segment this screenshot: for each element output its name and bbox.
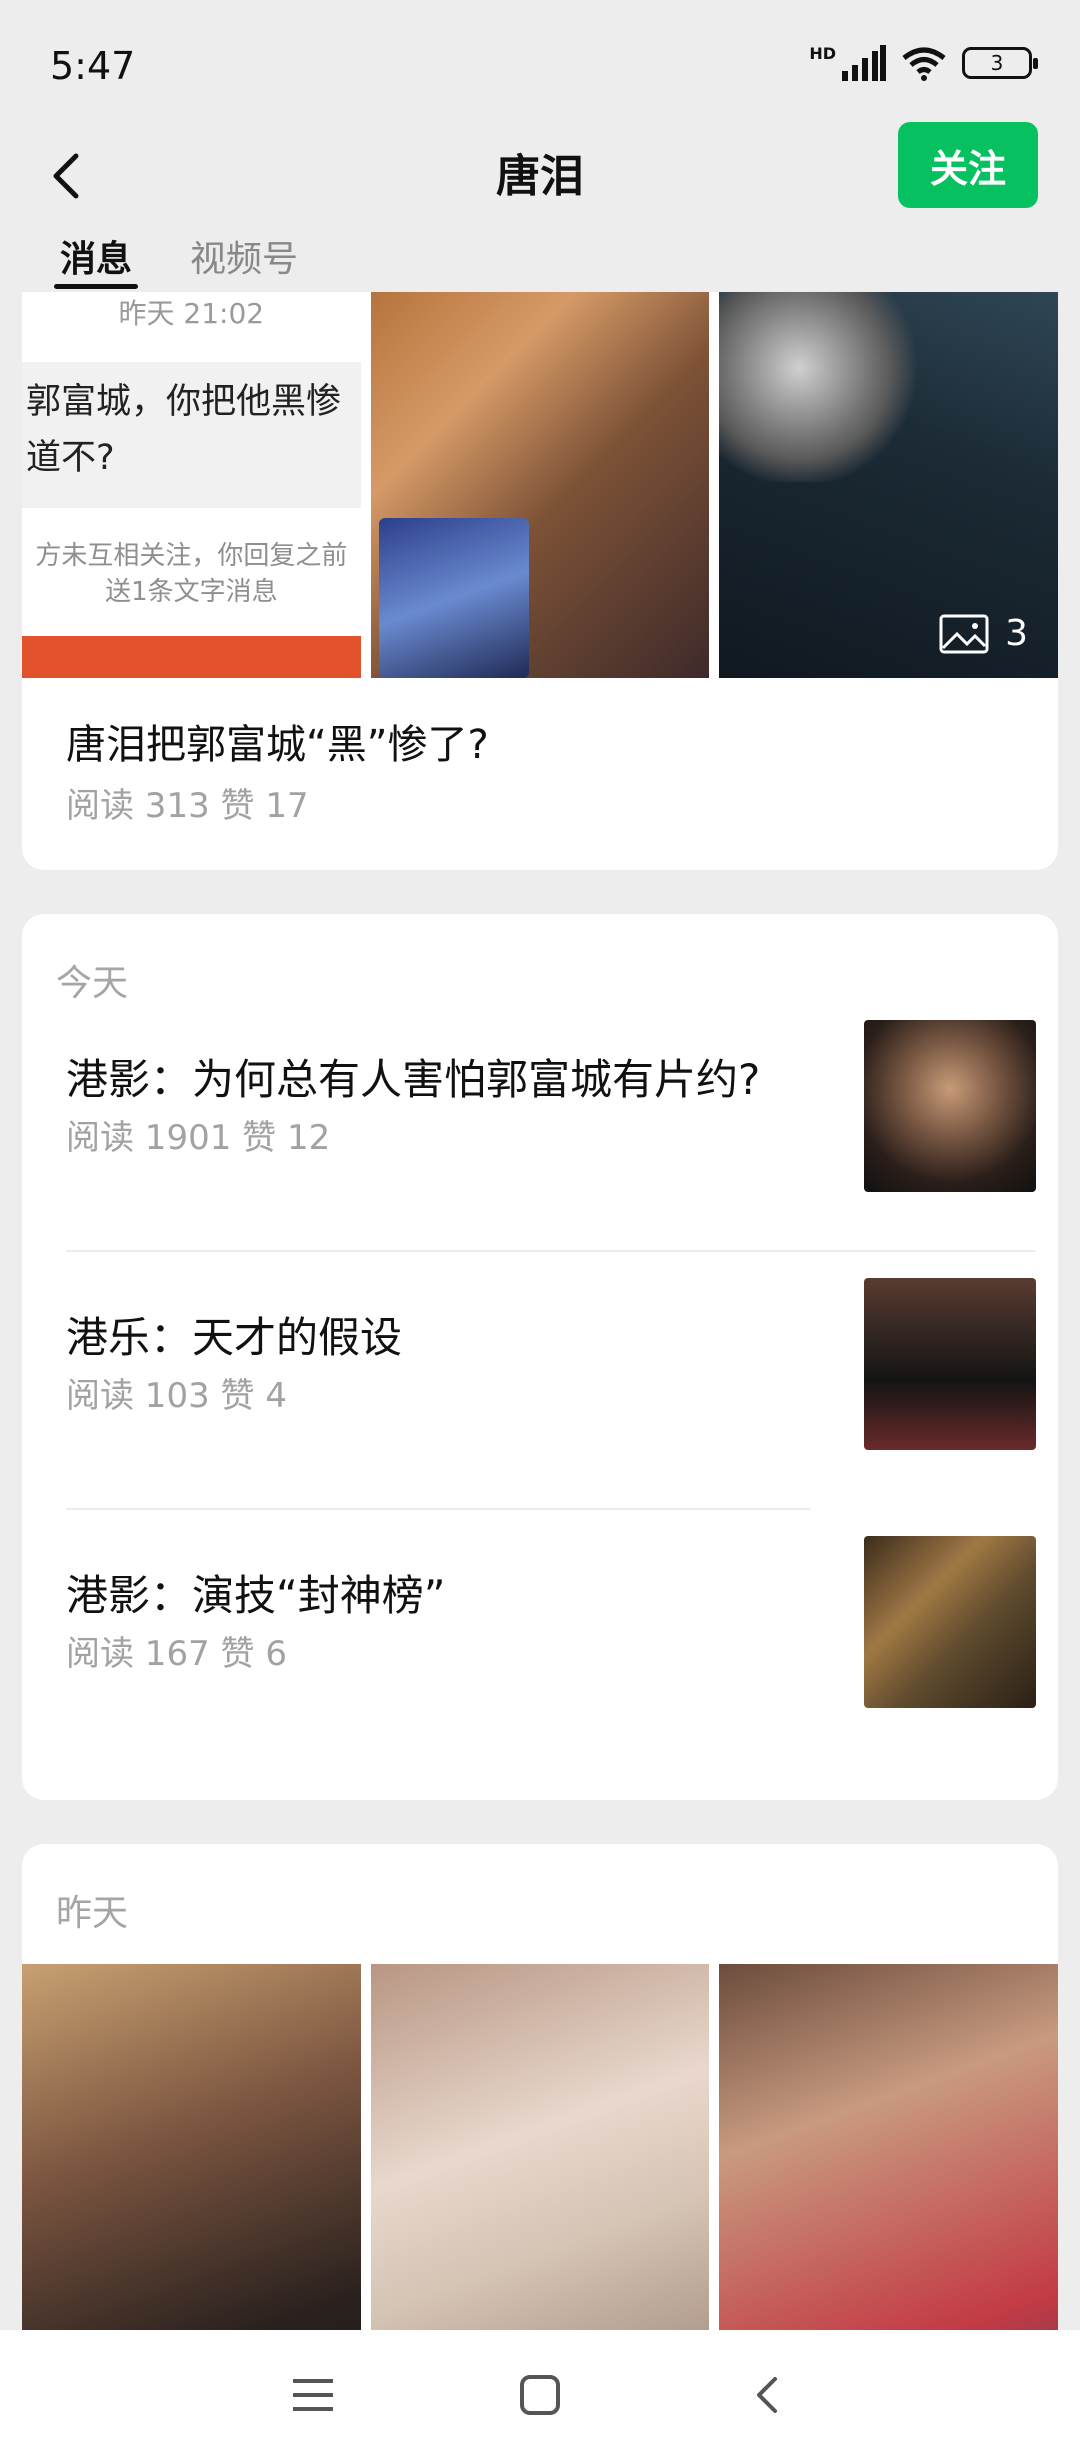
wifi-icon xyxy=(902,47,946,81)
photo-highlight xyxy=(719,292,920,482)
featured-image-portrait xyxy=(370,292,710,678)
chat-bar xyxy=(22,636,361,678)
header: 唐泪 关注 xyxy=(0,120,1080,230)
article-meta: 阅读 103 赞 4 xyxy=(66,1376,287,1416)
status-icons: HD 3 xyxy=(809,44,1038,82)
today-section-card: 今天 港影：为何总有人害怕郭富城有片约? 阅读 1901 赞 12 港乐：天才的… xyxy=(22,914,1058,1800)
home-button[interactable] xyxy=(500,2355,580,2435)
image-count: 3 xyxy=(1005,613,1029,654)
article-meta: 阅读 1901 赞 12 xyxy=(66,1118,331,1158)
featured-article-card[interactable]: 昨天 21:02 郭富城，你把他黑惨 道不? 方未互相关注，你回复之前 送1条文… xyxy=(22,292,1058,870)
tab-channels[interactable]: 视频号 xyxy=(190,230,298,282)
image-icon xyxy=(939,614,989,653)
battery-icon: 3 xyxy=(962,47,1038,79)
hd-label: HD xyxy=(809,44,836,63)
featured-image-dark: 3 xyxy=(719,292,1058,678)
chat-text-line1: 郭富城，你把他黑惨 xyxy=(26,382,342,422)
article-list-item[interactable]: 港影：演技“封神榜” 阅读 167 赞 6 xyxy=(66,1510,1036,1768)
featured-article-title: 唐泪把郭富城“黑”惨了? xyxy=(66,722,489,768)
image-count-badge: 3 xyxy=(939,613,1028,654)
menu-icon xyxy=(293,2379,334,2411)
tab-messages[interactable]: 消息 xyxy=(60,230,132,282)
status-bar: 5:47 HD 3 xyxy=(0,0,1080,120)
section-label-yesterday: 昨天 xyxy=(56,1893,129,1934)
article-list-item[interactable]: 港乐：天才的假设 阅读 103 赞 4 xyxy=(66,1252,1036,1510)
article-title: 港乐：天才的假设 xyxy=(66,1313,403,1362)
menu-button[interactable] xyxy=(273,2355,353,2435)
follow-button[interactable]: 关注 xyxy=(898,122,1038,208)
article-thumbnail xyxy=(864,1278,1036,1450)
tab-active-indicator xyxy=(54,284,138,289)
home-square-icon xyxy=(519,2375,560,2415)
article-meta: 阅读 167 赞 6 xyxy=(66,1634,287,1674)
system-nav-bar xyxy=(0,2330,1080,2460)
chat-note: 方未互相关注，你回复之前 送1条文字消息 xyxy=(22,538,361,610)
portrait-inset xyxy=(378,518,529,678)
featured-article-meta: 阅读 313 赞 17 xyxy=(66,786,309,826)
tab-bar: 消息 视频号 xyxy=(0,230,1080,290)
featured-image-chat: 昨天 21:02 郭富城，你把他黑惨 道不? 方未互相关注，你回复之前 送1条文… xyxy=(22,292,361,678)
article-thumbnail xyxy=(864,1536,1036,1708)
article-list-item[interactable]: 港影：为何总有人害怕郭富城有片约? 阅读 1901 赞 12 xyxy=(66,994,1036,1252)
article-title: 港影：演技“封神榜” xyxy=(66,1571,446,1620)
featured-image-row: 昨天 21:02 郭富城，你把他黑惨 道不? 方未互相关注，你回复之前 送1条文… xyxy=(22,292,1058,678)
chat-note-line1: 方未互相关注，你回复之前 xyxy=(35,541,348,571)
cellular-signal-icon xyxy=(842,45,886,81)
article-title: 港影：为何总有人害怕郭富城有片约? xyxy=(66,1055,761,1104)
chat-note-line2: 送1条文字消息 xyxy=(105,577,278,607)
status-time: 5:47 xyxy=(50,44,136,88)
article-thumbnail xyxy=(864,1020,1036,1192)
chat-bubble: 郭富城，你把他黑惨 道不? xyxy=(22,362,361,508)
chat-timestamp: 昨天 21:02 xyxy=(118,297,265,330)
system-back-button[interactable] xyxy=(727,2355,807,2435)
chat-text-line2: 道不? xyxy=(26,438,115,478)
chevron-left-icon xyxy=(756,2377,777,2413)
